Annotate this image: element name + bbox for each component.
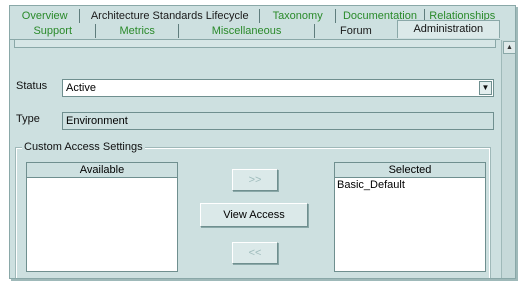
remove-button[interactable]: << bbox=[232, 242, 278, 264]
tab-forum[interactable]: Forum bbox=[314, 24, 397, 38]
tab-miscellaneous[interactable]: Miscellaneous bbox=[177, 24, 314, 38]
add-button[interactable]: >> bbox=[232, 169, 278, 191]
status-select[interactable]: Active ▼ bbox=[62, 79, 494, 97]
tab-row-bottom: Support Metrics Miscellaneous Forum Admi… bbox=[10, 20, 500, 38]
tab-support[interactable]: Support bbox=[10, 24, 95, 38]
status-label: Status bbox=[16, 80, 48, 92]
chevron-down-icon[interactable]: ▼ bbox=[479, 81, 492, 95]
admin-window: Overview Architecture Standards Lifecycl… bbox=[9, 5, 516, 279]
vertical-scrollbar[interactable]: ▲ bbox=[501, 40, 515, 278]
type-field: Environment bbox=[62, 112, 494, 130]
tab-architecture-standards-lifecycle[interactable]: Architecture Standards Lifecycle bbox=[79, 9, 259, 23]
status-value: Active bbox=[66, 82, 96, 94]
list-item[interactable]: Basic_Default bbox=[335, 178, 485, 192]
tab-taxonomy[interactable]: Taxonomy bbox=[258, 9, 335, 23]
type-label: Type bbox=[16, 113, 40, 125]
tab-metrics[interactable]: Metrics bbox=[95, 24, 178, 38]
collapsed-section-bar bbox=[14, 40, 496, 48]
tab-administration[interactable]: Administration bbox=[396, 20, 500, 38]
available-list[interactable]: Available bbox=[26, 162, 178, 272]
selected-list[interactable]: Selected Basic_Default bbox=[334, 162, 486, 272]
administration-panel: Status Active ▼ Type Environment Custom … bbox=[10, 40, 500, 278]
view-access-button[interactable]: View Access bbox=[200, 203, 308, 227]
type-value: Environment bbox=[66, 115, 128, 127]
custom-access-settings-title: Custom Access Settings bbox=[22, 141, 145, 153]
available-list-header: Available bbox=[27, 163, 177, 178]
selected-list-header: Selected bbox=[335, 163, 485, 178]
scroll-up-arrow-icon[interactable]: ▲ bbox=[503, 41, 515, 54]
tab-overview[interactable]: Overview bbox=[10, 9, 79, 23]
